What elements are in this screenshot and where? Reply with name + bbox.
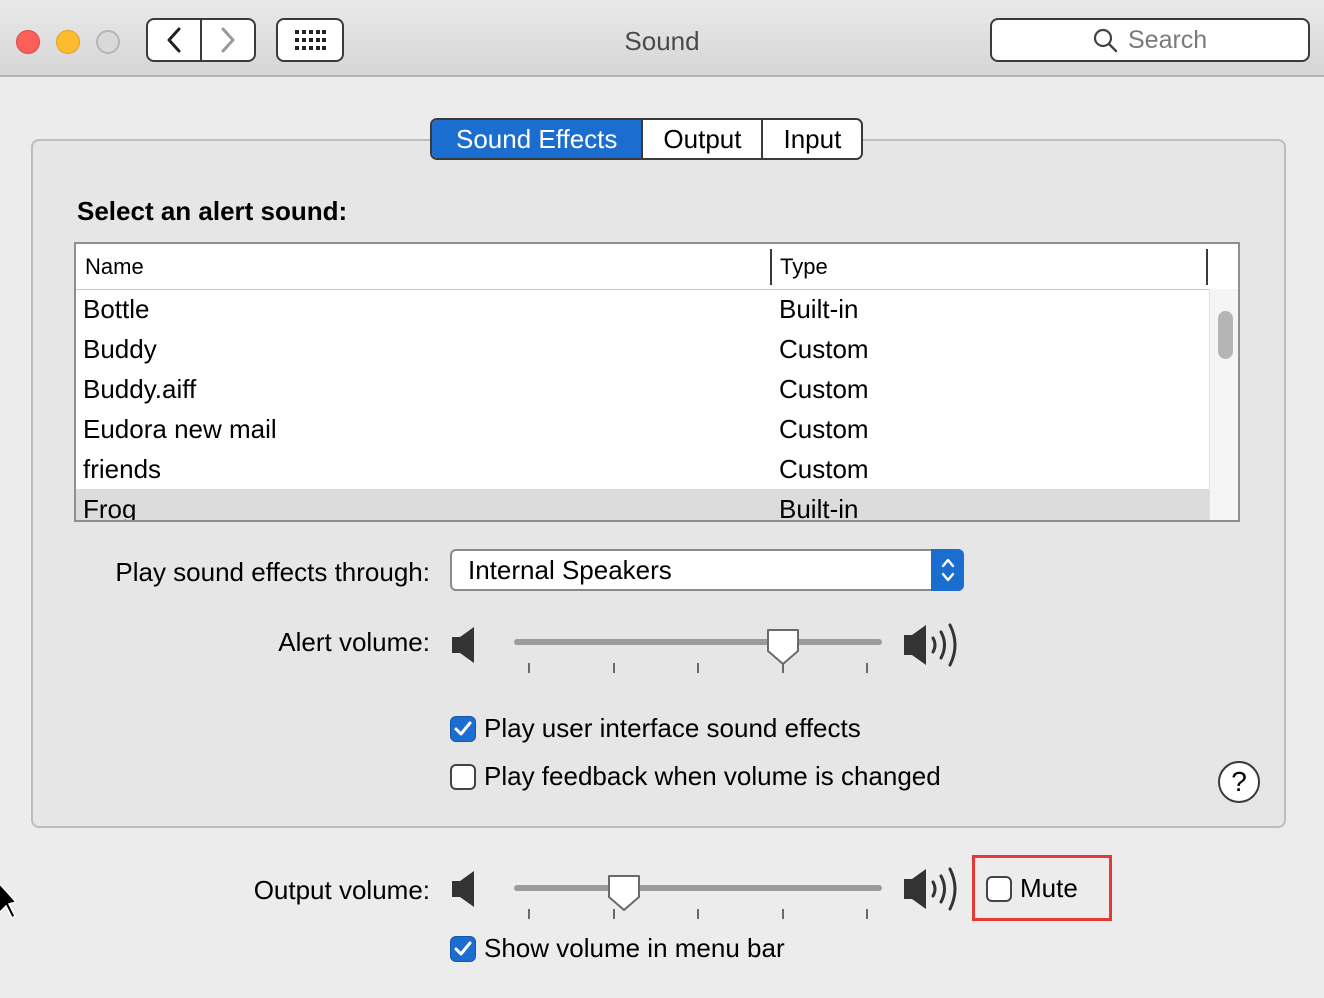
alert-sound-table[interactable]: Name Type Bottle Built-in Buddy Custom B… <box>74 242 1240 522</box>
mute-checkbox-row[interactable]: Mute <box>986 873 1078 904</box>
feedback-label: Play feedback when volume is changed <box>484 761 941 791</box>
alert-volume-slider[interactable] <box>514 629 882 681</box>
mute-label: Mute <box>1020 873 1078 903</box>
table-row-selected[interactable]: Frog Built-in <box>76 489 1209 522</box>
checkmark-icon <box>454 721 472 735</box>
row-name-cell: Eudora new mail <box>83 413 277 444</box>
alert-volume-label: Alert volume: <box>278 627 430 657</box>
search-icon <box>1093 28 1118 53</box>
scrollbar-thumb[interactable] <box>1218 311 1233 359</box>
chevron-right-icon <box>221 27 235 53</box>
speaker-high-icon <box>904 623 957 667</box>
mute-checkbox[interactable] <box>986 875 1012 902</box>
nav-buttons <box>146 18 256 62</box>
show-volume-checkbox[interactable] <box>450 935 476 962</box>
help-button[interactable]: ? <box>1218 761 1260 803</box>
show-volume-checkbox-row[interactable]: Show volume in menu bar <box>450 933 785 964</box>
title-bar: Sound <box>0 0 1324 77</box>
slider-tick <box>782 909 784 919</box>
row-type-cell: Built-in <box>779 493 859 522</box>
slider-track <box>514 885 882 891</box>
play-through-value: Internal Speakers <box>468 554 672 585</box>
speaker-low-icon <box>452 627 474 663</box>
row-type-cell: Built-in <box>779 293 859 324</box>
table-row[interactable]: Buddy Custom <box>76 329 1209 369</box>
table-row[interactable]: Eudora new mail Custom <box>76 409 1209 449</box>
close-window-button[interactable] <box>16 30 40 54</box>
row-type-cell: Custom <box>779 453 869 484</box>
table-scrollbar[interactable] <box>1209 289 1238 520</box>
search-field[interactable] <box>990 18 1310 62</box>
slider-tick <box>866 663 868 673</box>
table-row[interactable]: friends Custom <box>76 449 1209 489</box>
chevron-left-icon <box>167 27 181 53</box>
forward-button[interactable] <box>200 20 254 60</box>
output-volume-slider[interactable] <box>514 875 882 927</box>
play-through-popup[interactable]: Internal Speakers <box>450 549 964 591</box>
slider-tick <box>613 663 615 673</box>
row-name-cell: Buddy.aiff <box>83 373 197 404</box>
back-button[interactable] <box>148 20 200 60</box>
ui-sounds-checkbox[interactable] <box>450 715 476 742</box>
slider-tick <box>866 909 868 919</box>
slider-tick <box>697 663 699 673</box>
slider-track <box>514 639 882 645</box>
column-header-name[interactable]: Name <box>76 249 772 285</box>
feedback-checkbox-row[interactable]: Play feedback when volume is changed <box>450 761 941 792</box>
mouse-pointer-icon <box>0 883 16 920</box>
speaker-high-icon <box>904 867 957 911</box>
row-name-cell: friends <box>83 453 162 484</box>
checkmark-icon <box>454 941 472 955</box>
row-name-cell: Bottle <box>83 293 150 324</box>
zoom-window-button[interactable] <box>96 30 120 54</box>
tab-input[interactable]: Input <box>761 120 862 158</box>
ui-sounds-label: Play user interface sound effects <box>484 713 861 743</box>
table-row[interactable]: Buddy.aiff Custom <box>76 369 1209 409</box>
tab-output[interactable]: Output <box>641 120 762 158</box>
slider-tick <box>697 909 699 919</box>
row-type-cell: Custom <box>779 333 869 364</box>
table-header: Name Type <box>76 244 1238 290</box>
row-type-cell: Custom <box>779 413 869 444</box>
up-down-chevron-icon <box>941 558 954 582</box>
row-name-cell: Buddy <box>83 333 157 364</box>
show-volume-label: Show volume in menu bar <box>484 933 785 963</box>
slider-tick <box>528 663 530 673</box>
speaker-low-icon <box>452 871 474 907</box>
search-input[interactable] <box>1128 25 1208 55</box>
show-all-button[interactable] <box>276 18 344 62</box>
slider-tick <box>528 909 530 919</box>
slider-knob[interactable] <box>606 873 642 913</box>
row-type-cell: Custom <box>779 373 869 404</box>
table-row[interactable]: Bottle Built-in <box>76 289 1209 329</box>
row-name-cell: Frog <box>83 493 137 522</box>
ui-sounds-checkbox-row[interactable]: Play user interface sound effects <box>450 713 861 744</box>
table-body: Bottle Built-in Buddy Custom Buddy.aiff … <box>76 289 1209 522</box>
slider-knob[interactable] <box>765 627 801 667</box>
popup-arrows <box>931 549 964 591</box>
play-through-label: Play sound effects through: <box>115 557 430 587</box>
alert-sound-heading: Select an alert sound: <box>77 196 348 226</box>
output-volume-label: Output volume: <box>253 875 430 905</box>
minimize-window-button[interactable] <box>56 30 80 54</box>
feedback-checkbox[interactable] <box>450 763 476 790</box>
tab-sound-effects[interactable]: Sound Effects <box>432 120 642 158</box>
grid-icon <box>295 30 326 50</box>
column-header-type[interactable]: Type <box>772 249 1208 285</box>
tab-bar: Sound Effects Output Input <box>430 118 864 160</box>
